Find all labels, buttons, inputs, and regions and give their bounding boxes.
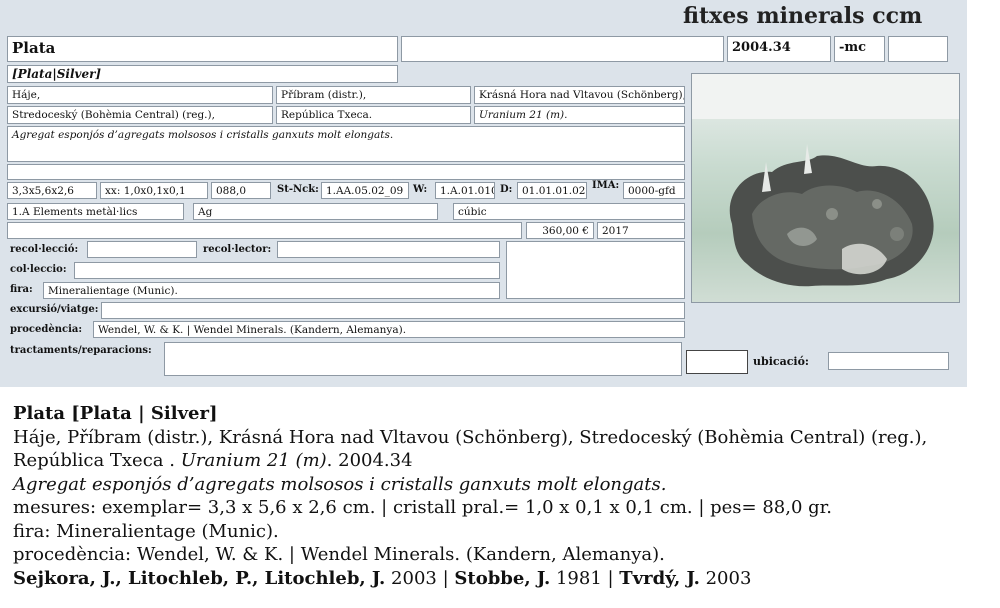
locality-field-2[interactable]: Příbram (distr.), [276, 86, 471, 104]
summary-locality-line-2: República Txeca . Uranium 21 (m). 2004.3… [13, 449, 988, 473]
summary-title: Plata [Plata | Silver] [13, 403, 218, 424]
procedencia-label: procedència: [10, 324, 83, 335]
reference-year-3: 2003 [699, 567, 752, 589]
synonym-field[interactable]: [Plata|Silver] [7, 65, 398, 83]
recolector-field[interactable] [277, 241, 500, 258]
location-code-field[interactable] [686, 350, 748, 374]
catalog-id-field[interactable]: 2004.34 [727, 36, 831, 62]
colleccio-field[interactable] [74, 262, 500, 279]
formula-field[interactable]: Ag [193, 203, 438, 220]
year-field[interactable]: 2017 [597, 222, 685, 239]
locality-field-5[interactable]: República Txeca. [276, 106, 471, 124]
crystal-size-field[interactable]: xx: 1,0x0,1x0,1 [100, 182, 208, 199]
ima-label: IMA: [592, 180, 620, 191]
excursio-label: excursió/viatge: [10, 304, 99, 315]
ima-field[interactable]: 0000-gfd [623, 182, 685, 199]
ubicacio-label: ubicació: [753, 355, 809, 368]
procedencia-field[interactable]: Wendel, W. & K. | Wendel Minerals. (Kand… [93, 321, 685, 338]
mineral-name-field[interactable]: Plata [7, 36, 398, 62]
summary-measurements: mesures: exemplar= 3,3 x 5,6 x 2,6 cm. |… [13, 497, 833, 518]
locality-field-6[interactable]: Uranium 21 (m). [474, 106, 685, 124]
fira-label: fira: [10, 284, 33, 295]
locality-field-4[interactable]: Stredoceský (Bohèmia Central) (reg.), [7, 106, 273, 124]
locality-field-1[interactable]: Háje, [7, 86, 273, 104]
summary-references: Sejkora, J., Litochleb, P., Litochleb, J… [13, 567, 988, 591]
ubicacio-field[interactable] [828, 352, 949, 370]
empty-field-corner[interactable] [888, 36, 948, 62]
specimen-image [692, 74, 959, 287]
reference-year-1: 2003 | [385, 567, 455, 589]
recoleccio-field[interactable] [87, 241, 197, 258]
excursio-field[interactable] [101, 302, 685, 319]
empty-field-top[interactable] [401, 36, 724, 62]
d-label: D: [500, 184, 513, 195]
summary-description: Agregat esponjós d’agregats molsosos i c… [13, 473, 667, 495]
colleccio-label: col·leccio: [10, 264, 67, 275]
fira-field[interactable]: Mineralientage (Munic). [43, 282, 500, 299]
empty-box-right[interactable] [506, 241, 685, 299]
mineral-card: fitxes minerals ccm Plata 2004.34 -mc [P… [0, 0, 967, 387]
catalog-suffix-field[interactable]: -mc [834, 36, 885, 62]
summary-country: República Txeca . [13, 450, 181, 471]
summary-procedencia: procedència: Wendel, W. & K. | Wendel Mi… [13, 544, 665, 565]
summary-catalog-id: . 2004.34 [326, 450, 413, 471]
empty-field-desc[interactable] [7, 164, 685, 180]
crystal-system-field[interactable]: cúbic [453, 203, 685, 220]
recolector-label: recol·lector: [203, 244, 272, 255]
reference-authors-1: Sejkora, J., Litochleb, P., Litochleb, J… [13, 567, 386, 589]
tractaments-field[interactable] [164, 342, 682, 376]
weight-field[interactable]: 088,0 [211, 182, 271, 199]
specimen-summary: Plata [Plata | Silver] Háje, Příbram (di… [13, 402, 988, 590]
reference-authors-2: Stobbe, J. [454, 567, 551, 589]
recoleccio-label: recol·lecció: [10, 244, 79, 255]
class-field[interactable]: 1.A Elements metàl·lics [7, 203, 184, 220]
w-label: W: [413, 184, 428, 195]
locality-field-3[interactable]: Krásná Hora nad Vltavou (Schönberg), [474, 86, 685, 104]
summary-mine: Uranium 21 (m) [180, 450, 327, 471]
strunz-field[interactable]: 1.AA.05.02_09 [321, 182, 409, 199]
app-title: fitxes minerals ccm [683, 3, 923, 29]
empty-field-price-row[interactable] [7, 222, 522, 239]
strunz-label: St-Nck: [277, 184, 319, 195]
price-field[interactable]: 360,00 € [526, 222, 594, 239]
summary-fira: fira: Mineralientage (Munic). [13, 520, 279, 542]
tractaments-label: tractaments/reparacions: [10, 345, 152, 356]
summary-locality-line-1: Háje, Příbram (distr.), Krásná Hora nad … [13, 426, 928, 448]
dimensions-field[interactable]: 3,3x5,6x2,6 [7, 182, 97, 199]
description-field[interactable]: Agregat esponjós d’agregats molsosos i c… [7, 126, 685, 162]
d-field[interactable]: 01.01.01.02 [517, 182, 587, 199]
w-field[interactable]: 1.A.01.010 [435, 182, 495, 199]
reference-year-2: 1981 | [550, 567, 620, 589]
reference-authors-3: Tvrdý, J. [619, 567, 700, 589]
specimen-photo [691, 73, 960, 303]
